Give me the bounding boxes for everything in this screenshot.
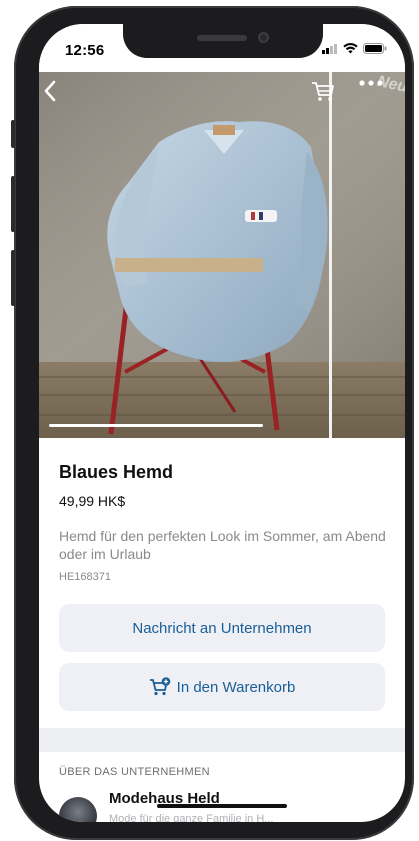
product-sku: HE168371 (59, 571, 111, 583)
product-image-carousel[interactable]: Neu (39, 72, 405, 438)
back-button[interactable] (43, 80, 75, 112)
battery-icon (363, 43, 387, 54)
status-time: 12:56 (65, 42, 105, 59)
message-business-label: Nachricht an Unternehmen (132, 619, 312, 637)
chevron-left-icon (44, 80, 56, 102)
carousel-next-edge (329, 72, 332, 438)
carousel-progress-indicator (49, 424, 263, 427)
cart-button[interactable] (311, 80, 343, 112)
cart-plus-icon (149, 677, 170, 696)
about-company-heading: ÜBER DAS UNTERNEHMEN (59, 766, 210, 778)
wifi-icon (343, 43, 358, 54)
screen: 12:56 Neu Blaues Hemd 49,99 HK$ Hemd für… (39, 24, 405, 822)
add-to-cart-label: In den Warenkorb (176, 678, 296, 696)
signal-icon (322, 44, 337, 54)
product-price: 49,99 HK$ (59, 493, 126, 509)
company-subtitle: Mode für die ganze Familie in H... (109, 813, 274, 822)
more-icon (359, 80, 383, 86)
home-indicator[interactable] (157, 804, 287, 808)
product-description: Hemd für den perfekten Look im Sommer, a… (59, 528, 386, 562)
camera (258, 32, 269, 43)
cart-icon (312, 82, 334, 101)
status-icons (322, 43, 387, 54)
product-title: Blaues Hemd (59, 462, 174, 482)
add-to-cart-button[interactable]: In den Warenkorb (59, 663, 385, 711)
status-bar: 12:56 (39, 24, 405, 72)
product-info: Blaues Hemd 49,99 HK$ Hemd für den perfe… (59, 462, 389, 583)
notch (123, 24, 323, 58)
mute-switch (11, 120, 15, 148)
section-separator (39, 728, 405, 752)
product-photo (39, 72, 405, 438)
more-button[interactable] (359, 80, 391, 112)
volume-up-button (11, 176, 15, 232)
speaker (197, 35, 247, 41)
volume-down-button (11, 250, 15, 306)
message-business-button[interactable]: Nachricht an Unternehmen (59, 604, 385, 652)
company-avatar[interactable] (59, 797, 97, 822)
